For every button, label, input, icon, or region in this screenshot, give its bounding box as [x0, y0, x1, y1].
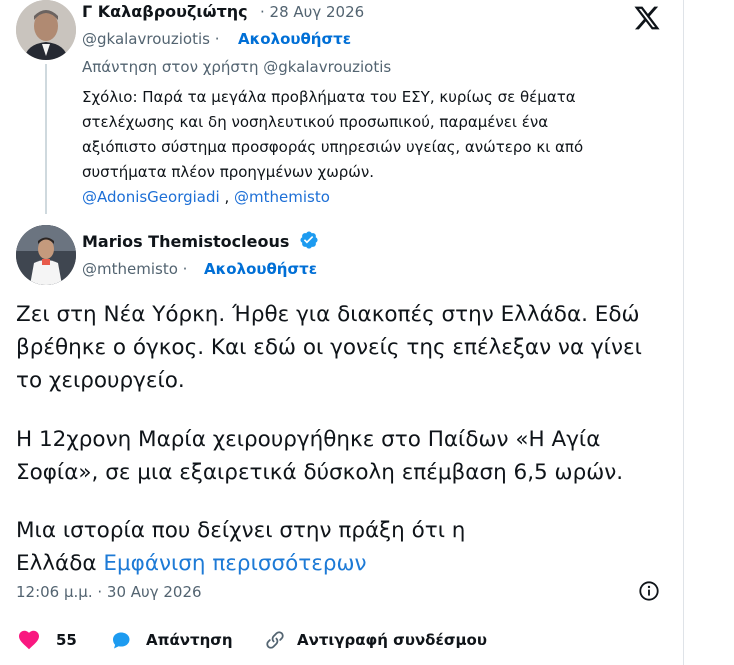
show-more-link[interactable]: Εμφάνιση περισσότερων [103, 551, 366, 576]
reply-action[interactable]: Απάντηση [108, 628, 233, 652]
mention-separator: , [219, 188, 235, 206]
reply-follow-button[interactable]: Ακολουθήστε [238, 30, 351, 48]
reply-text: Σχόλιο: Παρά τα μεγάλα προβλήματα του ΕΣ… [82, 85, 662, 210]
reply-handle[interactable]: @gkalavrouziotis · [82, 30, 220, 48]
tweet-text-line: βρέθηκε ο όγκος. Και εδώ οι γονείς της ε… [16, 335, 642, 360]
avatar-mthemisto[interactable] [16, 225, 76, 285]
tweet-text-line: Μια ιστορία που δείχνει στην πράξη ότι η [16, 518, 466, 543]
tweet-text-line: Η 12χρονη Μαρία χειρουργήθηκε στο Παίδων… [16, 427, 601, 452]
heart-icon[interactable] [16, 628, 42, 652]
tweet-text-line: Σοφία», σε μια εξαιρετικά δύσκολη επέμβα… [16, 460, 624, 485]
verified-badge-icon [300, 231, 318, 249]
reply-label: Απάντηση [146, 631, 233, 649]
x-logo-icon[interactable] [632, 4, 662, 32]
reply-mentions: @AdonisGeorgiadi , @mthemisto [82, 185, 662, 210]
copy-link-action[interactable]: Αντιγραφή συνδέσμου [263, 628, 487, 652]
reply-text-line: αξιόπιστο σύστημα προσφοράς υπηρεσιών υγ… [82, 138, 584, 156]
tweet-text-line-last: Ελλάδα Εμφάνιση περισσότερων [16, 547, 676, 580]
main-follow-button[interactable]: Ακολουθήστε [204, 260, 317, 278]
reply-text-line: συστήματα πλέον προηγμένων χωρών. [82, 163, 374, 181]
like-action[interactable]: 55 [16, 628, 77, 652]
avatar-gkalavrouziotis[interactable] [16, 0, 76, 60]
main-author-name[interactable]: Marios Themistocleous [82, 230, 319, 251]
main-author-name-text[interactable]: Marios Themistocleous [82, 232, 289, 251]
reply-bubble-icon[interactable] [108, 628, 134, 652]
like-count: 55 [56, 631, 77, 649]
tweet-timestamp[interactable]: 12:06 μ.μ. · 30 Αυγ 2026 [16, 583, 202, 601]
reply-text-line: στελέχωσης και δη νοσηλευτικού προσωπικο… [82, 113, 549, 131]
replying-to-label[interactable]: Απάντηση στον χρήστη @gkalavrouziotis [82, 58, 391, 76]
tweet-embed-card: Γ Καλαβρουζιώτης · 28 Αυγ 2026 @gkalavro… [0, 0, 684, 665]
main-tweet-text: Ζει στη Νέα Υόρκη. Ήρθε για διακοπές στη… [16, 298, 676, 580]
link-icon[interactable] [263, 628, 287, 652]
reply-author-name[interactable]: Γ Καλαβρουζιώτης [82, 2, 248, 21]
thread-connector-line [45, 64, 47, 214]
copy-link-label: Αντιγραφή συνδέσμου [297, 631, 487, 649]
info-icon[interactable] [638, 580, 660, 602]
reply-date[interactable]: · 28 Αυγ 2026 [260, 3, 364, 21]
mention-mthemisto[interactable]: @mthemisto [234, 188, 330, 206]
reply-text-line: Σχόλιο: Παρά τα μεγάλα προβλήματα του ΕΣ… [82, 88, 576, 106]
mention-adonisgeorgiadi[interactable]: @AdonisGeorgiadi [82, 188, 220, 206]
tweet-text-line: το χειρουργείο. [16, 368, 185, 393]
tweet-text-tail: Ελλάδα [16, 551, 104, 576]
tweet-text-line: Ζει στη Νέα Υόρκη. Ήρθε για διακοπές στη… [16, 302, 640, 327]
main-handle[interactable]: @mthemisto · [82, 260, 187, 278]
